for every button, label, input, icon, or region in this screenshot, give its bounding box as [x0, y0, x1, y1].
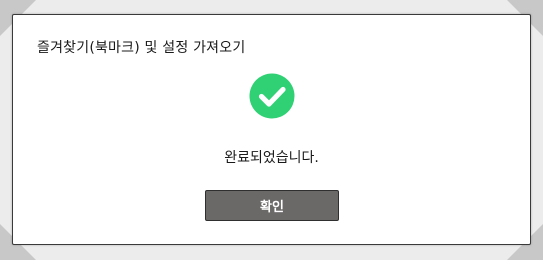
import-complete-dialog: 즐겨찾기(북마크) 및 설정 가져오기 완료되었습니다. 확인: [12, 14, 531, 245]
completion-message: 완료되었습니다.: [224, 150, 319, 166]
confirm-button[interactable]: 확인: [205, 190, 339, 221]
check-circle-icon: [249, 73, 295, 119]
dialog-title: 즐겨찾기(북마크) 및 설정 가져오기: [37, 40, 246, 56]
window-frame: 즐겨찾기(북마크) 및 설정 가져오기 완료되었습니다. 확인: [0, 0, 543, 260]
